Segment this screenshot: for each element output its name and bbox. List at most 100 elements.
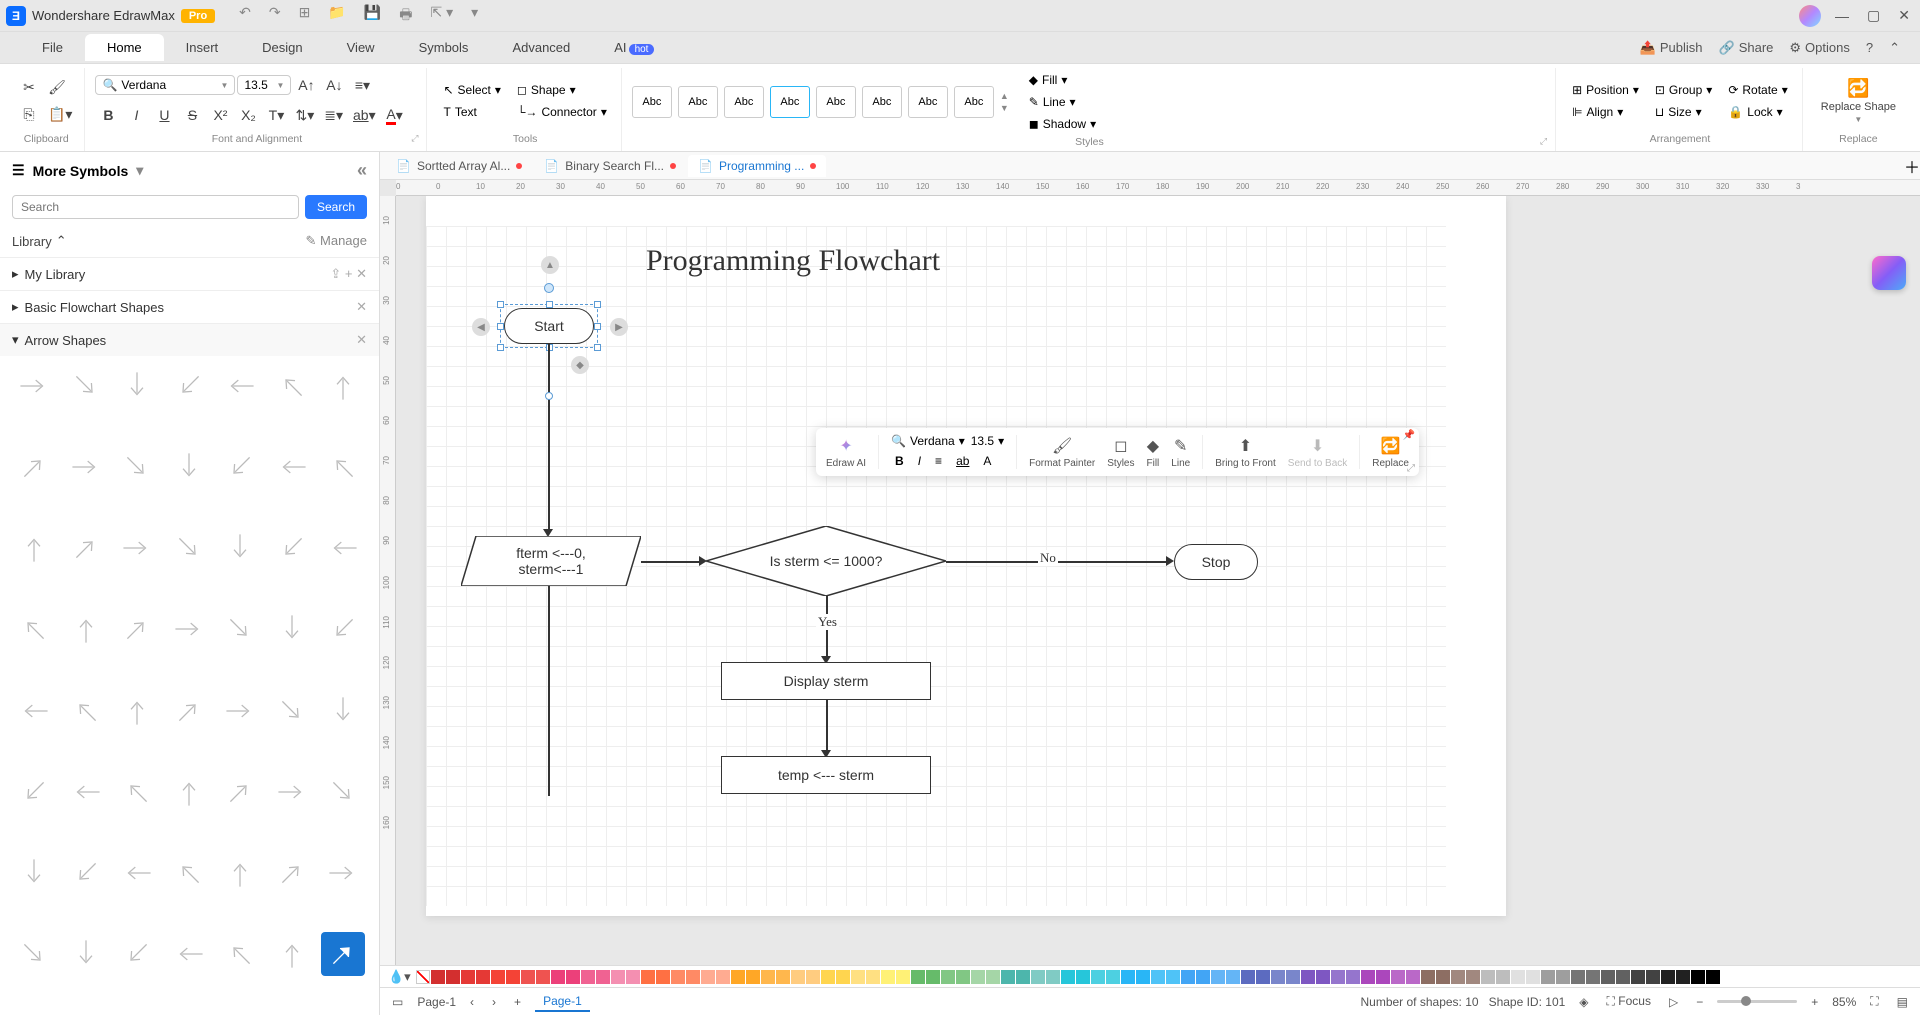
connector-tool[interactable]: └→ Connector ▾: [511, 102, 613, 122]
color-swatch[interactable]: [1181, 970, 1195, 984]
arrow-shape[interactable]: [321, 607, 365, 651]
strike-button[interactable]: S: [179, 103, 205, 127]
ft-font-color[interactable]: A: [979, 452, 995, 470]
arrow-shape[interactable]: [12, 932, 56, 976]
font-select[interactable]: 🔍 Verdana▼: [95, 75, 235, 95]
help-icon[interactable]: ?: [1866, 40, 1873, 55]
properties-panel-icon[interactable]: ▤: [1893, 993, 1912, 1011]
save-icon[interactable]: 💾: [364, 4, 381, 28]
ft-align[interactable]: ≡: [931, 452, 946, 470]
style-preset-5[interactable]: Abc: [816, 86, 856, 118]
hamburger-icon[interactable]: ☰: [12, 162, 25, 179]
menu-insert[interactable]: Insert: [164, 34, 241, 61]
more-icon[interactable]: ▾: [471, 4, 478, 28]
color-swatch[interactable]: [836, 970, 850, 984]
ft-send-back[interactable]: ⬇Send to Back: [1288, 436, 1347, 469]
text-tool[interactable]: T Text: [437, 102, 506, 122]
color-swatch[interactable]: [1256, 970, 1270, 984]
arrow-shape[interactable]: [321, 364, 365, 408]
cat-my-library[interactable]: ▸ My Library ⇪ + ✕: [0, 257, 379, 290]
color-swatch[interactable]: [1061, 970, 1075, 984]
arrow-shape[interactable]: [270, 607, 314, 651]
arrow-shape[interactable]: [115, 526, 159, 570]
page-tab[interactable]: Page-1: [535, 992, 590, 1012]
arrow-shape[interactable]: [64, 526, 108, 570]
search-button[interactable]: Search: [305, 195, 367, 219]
menu-ai[interactable]: AIhot: [592, 34, 676, 61]
color-swatch[interactable]: [761, 970, 775, 984]
color-swatch[interactable]: [776, 970, 790, 984]
color-swatch[interactable]: [1136, 970, 1150, 984]
color-swatch[interactable]: [1646, 970, 1660, 984]
cat-basic-flowchart[interactable]: ▸ Basic Flowchart Shapes ✕: [0, 290, 379, 323]
share-button[interactable]: 🔗 Share: [1719, 40, 1774, 56]
highlight-icon[interactable]: ab▾: [349, 103, 380, 128]
arrow-shape[interactable]: [64, 689, 108, 733]
open-icon[interactable]: 📁: [328, 4, 345, 28]
ft-fill[interactable]: ◆Fill: [1147, 436, 1160, 469]
arrow-shape[interactable]: [218, 851, 262, 895]
color-swatch[interactable]: [1211, 970, 1225, 984]
color-swatch[interactable]: [1286, 970, 1300, 984]
arrow-shape[interactable]: [167, 445, 211, 489]
rotate-button[interactable]: ⟳ Rotate▾: [1722, 80, 1793, 100]
color-swatch[interactable]: [626, 970, 640, 984]
arrow-shape[interactable]: [115, 851, 159, 895]
color-swatch[interactable]: [641, 970, 655, 984]
color-swatch[interactable]: [446, 970, 460, 984]
ai-assistant-icon[interactable]: [1872, 256, 1906, 290]
color-swatch[interactable]: [1496, 970, 1510, 984]
arrow-shape[interactable]: [64, 851, 108, 895]
color-swatch[interactable]: [926, 970, 940, 984]
arrow-shape[interactable]: [12, 770, 56, 814]
arrow-shape[interactable]: [321, 526, 365, 570]
color-swatch[interactable]: [1331, 970, 1345, 984]
ft-styles[interactable]: ◻Styles: [1107, 436, 1134, 469]
manage-button[interactable]: ✎ Manage: [306, 233, 368, 249]
style-scroll-up-icon[interactable]: ▲: [1000, 91, 1009, 101]
font-color-icon[interactable]: A▾: [382, 102, 408, 129]
color-swatch[interactable]: [1166, 970, 1180, 984]
arrow-shape[interactable]: [64, 932, 108, 976]
options-button[interactable]: ⚙ Options: [1789, 40, 1849, 56]
color-swatch[interactable]: [1571, 970, 1585, 984]
color-swatch[interactable]: [1526, 970, 1540, 984]
arrow-shape[interactable]: [115, 689, 159, 733]
flowchart-title[interactable]: Programming Flowchart: [646, 244, 940, 278]
add-page-icon[interactable]: +: [510, 993, 525, 1011]
arrow-shape[interactable]: [270, 932, 314, 976]
style-preset-8[interactable]: Abc: [954, 86, 994, 118]
arrow-shape[interactable]: [64, 607, 108, 651]
color-swatch[interactable]: [1406, 970, 1420, 984]
color-swatch[interactable]: [1556, 970, 1570, 984]
color-swatch[interactable]: [1031, 970, 1045, 984]
document-tab[interactable]: 📄Sortted Array Al...: [386, 155, 532, 177]
layers-icon[interactable]: ◈: [1575, 993, 1592, 1011]
color-swatch[interactable]: [821, 970, 835, 984]
add-tab-icon[interactable]: ＋: [1904, 154, 1920, 178]
color-swatch[interactable]: [1271, 970, 1285, 984]
color-swatch[interactable]: [941, 970, 955, 984]
arrow-shape[interactable]: [167, 851, 211, 895]
menu-symbols[interactable]: Symbols: [397, 34, 491, 61]
menu-design[interactable]: Design: [240, 34, 324, 61]
lib-close-icon[interactable]: ✕: [356, 266, 367, 281]
avatar[interactable]: [1799, 5, 1821, 27]
color-swatch[interactable]: [701, 970, 715, 984]
copy-icon[interactable]: ⎘: [16, 102, 42, 127]
ft-format-painter[interactable]: 🖌Format Painter: [1029, 436, 1095, 469]
arrow-shape[interactable]: [64, 770, 108, 814]
color-swatch[interactable]: [956, 970, 970, 984]
color-swatch[interactable]: [1586, 970, 1600, 984]
ft-pin-icon[interactable]: 📌: [1403, 430, 1415, 441]
color-swatch[interactable]: [1631, 970, 1645, 984]
arrow-shape[interactable]: [12, 526, 56, 570]
redo-icon[interactable]: ↷: [269, 4, 281, 28]
new-icon[interactable]: ⊞: [299, 4, 311, 28]
lib-add-icon[interactable]: +: [345, 266, 353, 281]
ft-size-select[interactable]: 13.5 ▾: [971, 434, 1004, 448]
color-swatch[interactable]: [551, 970, 565, 984]
color-swatch[interactable]: [1226, 970, 1240, 984]
color-swatch[interactable]: [1091, 970, 1105, 984]
edge-display-temp[interactable]: [826, 700, 828, 750]
